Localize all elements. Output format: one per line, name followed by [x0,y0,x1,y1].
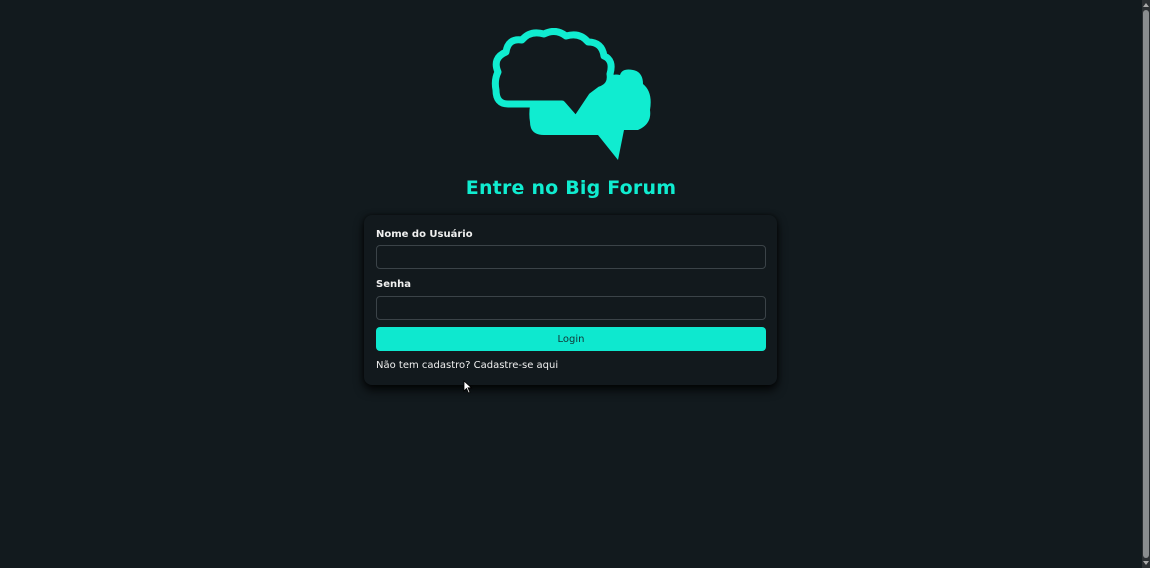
password-input[interactable] [376,296,766,320]
page-title: Entre no Big Forum [465,177,677,199]
register-prompt-line: Não tem cadastro? Cadastre-se aqui [376,360,558,371]
password-label: Senha [376,279,411,290]
register-prompt: Não tem cadastro? [376,360,471,371]
scroll-down-arrow-icon[interactable] [1143,561,1149,565]
login-card: Nome do Usuário Senha Login Não tem cada… [364,215,777,385]
chat-bubbles-icon [491,28,651,160]
register-link[interactable]: Cadastre-se aqui [474,360,559,371]
page: Entre no Big Forum Nome do Usuário Senha… [0,0,1150,568]
login-button[interactable]: Login [376,327,766,351]
vertical-scrollbar[interactable] [1142,0,1150,568]
mouse-cursor-icon [463,380,473,394]
username-input[interactable] [376,245,766,269]
scroll-up-arrow-icon[interactable] [1143,3,1149,7]
scrollbar-thumb[interactable] [1143,10,1149,558]
username-label: Nome do Usuário [376,229,473,240]
